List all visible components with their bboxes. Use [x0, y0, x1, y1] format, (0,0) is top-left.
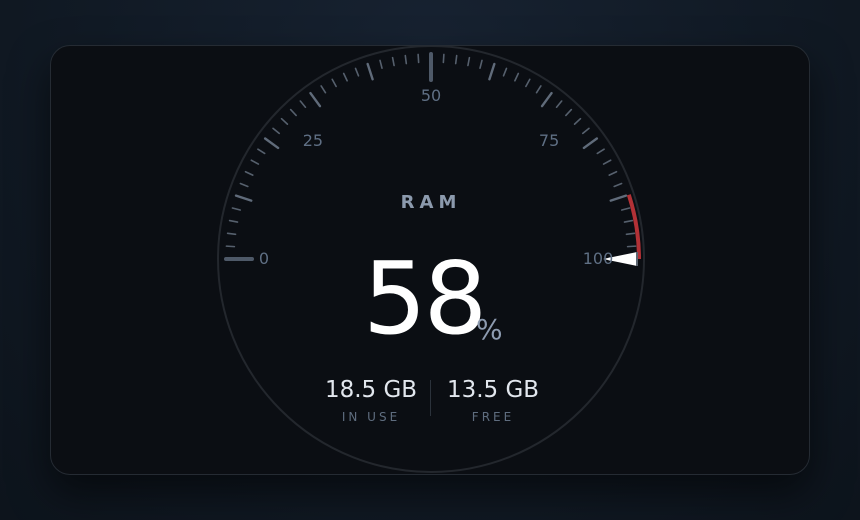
percent-unit: %	[476, 313, 503, 346]
scale-label-100: 100	[582, 249, 614, 268]
gauge-tick-38	[354, 67, 360, 77]
gauge-tick-62	[502, 67, 508, 77]
gauge-tick-10	[234, 194, 253, 202]
gauge-tick-70	[540, 91, 553, 108]
gauge-tick-76	[573, 117, 582, 125]
gauge-tick-64	[514, 72, 520, 82]
gauge-tick-4	[226, 232, 237, 236]
gauge-tick-90	[609, 194, 628, 202]
gauge-tick-96	[625, 232, 636, 236]
gauge-tick-32	[320, 85, 327, 94]
gauge-tick-48	[417, 53, 420, 64]
gauge-tick-30	[309, 91, 322, 108]
gauge-tick-20	[263, 137, 280, 150]
gauge-tick-16	[250, 159, 260, 165]
gauge-tick-12	[239, 182, 249, 188]
gauge-tick-34	[331, 78, 337, 88]
free-label: FREE	[471, 410, 515, 424]
gauge-tick-26	[289, 108, 297, 117]
gauge-tick-74	[565, 108, 573, 117]
gauge-tick-36	[342, 72, 348, 82]
gauge-tick-54	[454, 54, 458, 65]
gauge-tick-94	[623, 219, 634, 223]
gauge-tick-66	[525, 78, 531, 88]
gauge-tick-88	[613, 182, 623, 188]
gauge-tick-92	[621, 207, 631, 211]
gauge-tick-40	[366, 62, 374, 81]
gauge-tick-56	[467, 56, 471, 67]
gauge-tick-98	[626, 245, 637, 248]
gauge-tick-28	[299, 100, 307, 109]
scale-label-0: 0	[258, 249, 270, 268]
gauge-tick-78	[581, 127, 590, 135]
gauge-tick-84	[602, 159, 612, 165]
gauge-title: RAM	[400, 192, 462, 213]
gauge-tick-82	[596, 148, 605, 155]
in-use-stat: 18.5 GB IN USE	[311, 376, 431, 424]
gauge-tick-24	[280, 117, 289, 125]
in-use-value: 18.5 GB	[324, 377, 418, 403]
stats-divider	[430, 380, 431, 416]
gauge-tick-44	[391, 56, 395, 67]
free-value: 13.5 GB	[446, 377, 540, 403]
gauge-tick-60	[488, 62, 496, 81]
gauge-tick-2	[225, 245, 236, 248]
gauge-reading: 58 %	[363, 244, 513, 354]
free-stat: 13.5 GB FREE	[433, 376, 553, 424]
gauge-tick-18	[257, 148, 266, 155]
gauge-tick-58	[479, 59, 483, 69]
gauge-tick-46	[404, 54, 408, 65]
scale-label-25: 25	[302, 130, 324, 150]
gauge-tick-22	[272, 127, 281, 135]
gauge-tick-8	[231, 207, 241, 211]
gauge-tick-80	[582, 137, 599, 150]
scale-label-50: 50	[420, 86, 442, 105]
gauge-tick-72	[555, 100, 563, 109]
in-use-label: IN USE	[341, 410, 401, 424]
gauge-tick-6	[228, 219, 239, 223]
ram-gauge-card: 0 25 50 75 100 RAM 58 % 18.5 GB IN USE 1…	[50, 45, 810, 475]
ram-percent-value: 58	[363, 240, 487, 357]
gauge-tick-68	[535, 85, 542, 94]
gauge-tick-52	[442, 53, 445, 64]
gauge-tick-86	[608, 170, 618, 176]
gauge-tick-14	[244, 170, 254, 176]
gauge-tick-42	[379, 59, 383, 69]
scale-label-75: 75	[538, 130, 560, 150]
